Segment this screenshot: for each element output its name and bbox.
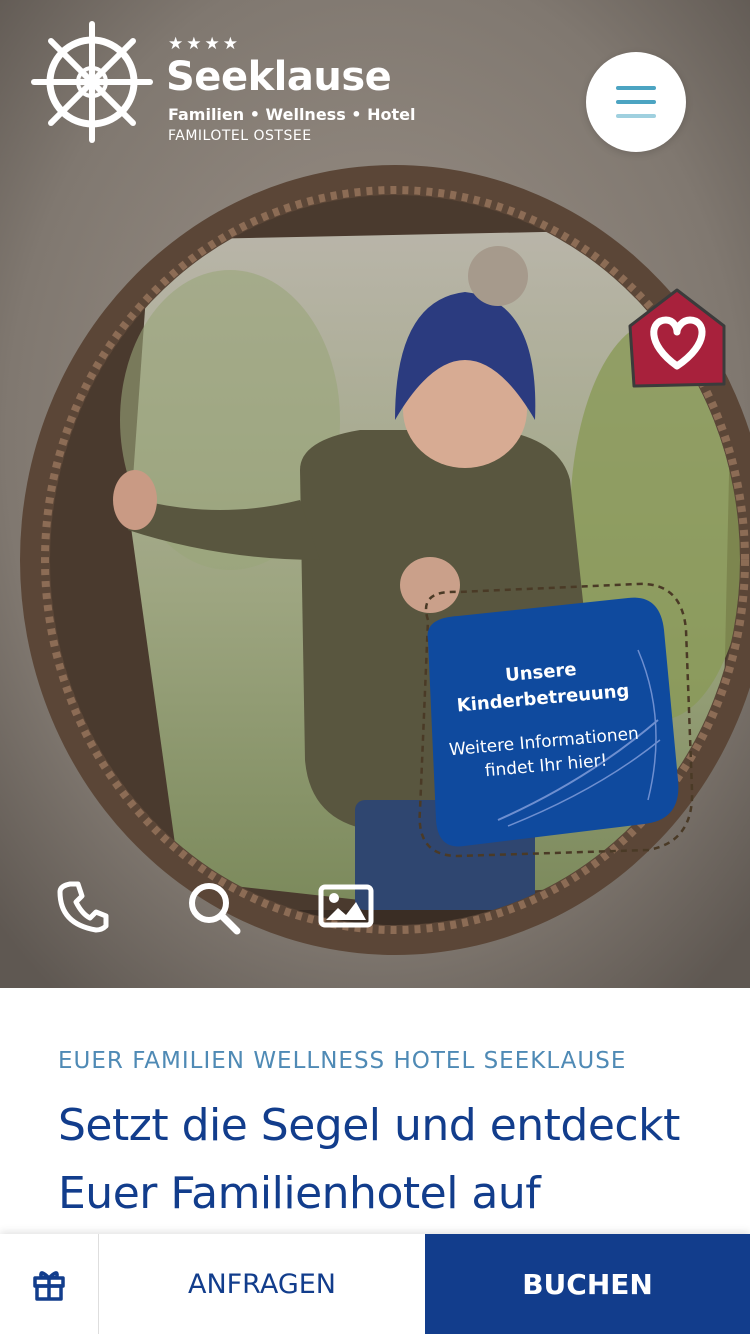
- gallery-icon[interactable]: [318, 884, 374, 928]
- search-icon[interactable]: [186, 880, 242, 936]
- rating-stars: ★★★★: [168, 34, 241, 54]
- kids-care-card[interactable]: Unsere Kinderbetreuung Weitere Informati…: [398, 580, 696, 864]
- phone-icon[interactable]: [56, 880, 110, 934]
- bottom-action-bar: ANFRAGEN BUCHEN: [0, 1234, 750, 1334]
- hero-image: ★★★★ Seeklause Familien • Wellness • Hot…: [0, 0, 750, 988]
- section-eyebrow: EUER FAMILIEN WELLNESS HOTEL SEEKLAUSE: [58, 1048, 627, 1074]
- brand-tagline: Familien • Wellness • Hotel: [168, 105, 416, 124]
- book-button[interactable]: BUCHEN: [425, 1234, 750, 1334]
- gift-voucher-button[interactable]: [0, 1234, 99, 1334]
- heart-house-icon[interactable]: [624, 286, 730, 390]
- gift-icon: [33, 1271, 65, 1301]
- brand-logo[interactable]: ★★★★ Seeklause Familien • Wellness • Hot…: [30, 20, 430, 150]
- page-headline: Setzt die Segel und entdeckt Euer Famili…: [58, 1100, 680, 1219]
- inquire-button[interactable]: ANFRAGEN: [99, 1234, 425, 1334]
- menu-icon: [616, 86, 656, 90]
- wheel-logo-icon: [31, 21, 153, 143]
- brand-name: Seeklause: [166, 54, 392, 100]
- menu-button[interactable]: [586, 52, 686, 152]
- brand-subline: FAMILOTEL OSTSEE: [168, 128, 312, 144]
